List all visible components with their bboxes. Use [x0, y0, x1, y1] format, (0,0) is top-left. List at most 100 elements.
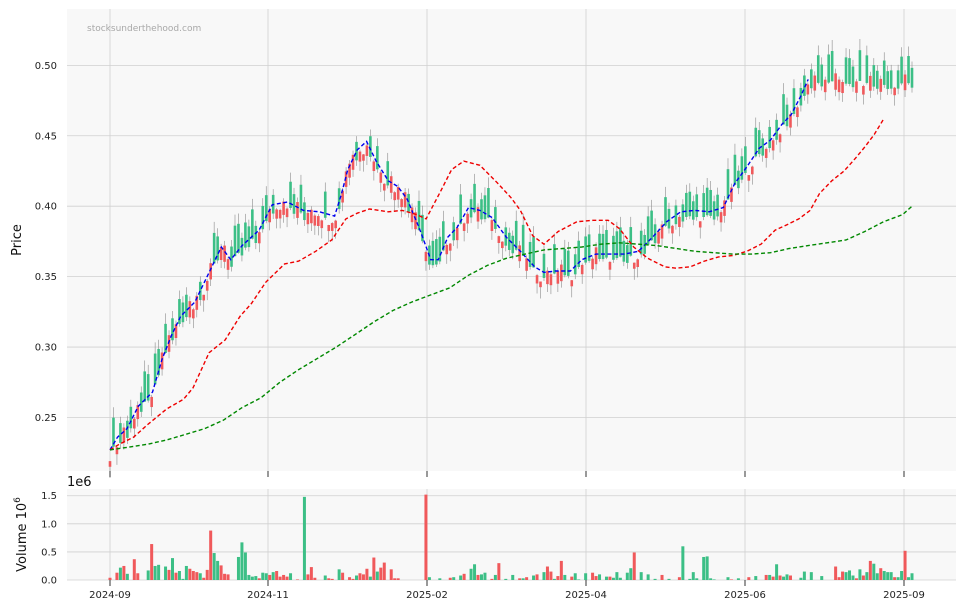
volume-bar [618, 577, 622, 580]
candle-body [445, 244, 449, 255]
candle-body [275, 209, 278, 219]
candle-body [254, 225, 258, 243]
candle-body [785, 104, 789, 127]
candle-body [129, 406, 133, 429]
volume-bar [709, 578, 713, 580]
volume-bar [479, 574, 483, 580]
volume-bar [427, 577, 431, 580]
candle-body [303, 202, 306, 221]
candle-body [869, 75, 872, 91]
candle-body [174, 324, 178, 338]
volume-bar [295, 579, 299, 580]
volume-bar [396, 578, 400, 580]
volume-panel-background [67, 489, 956, 580]
volume-bar [355, 575, 359, 580]
candle-body [327, 225, 331, 232]
volume-bar [775, 564, 779, 580]
candle-body [893, 87, 896, 96]
volume-bar [879, 568, 883, 580]
volume-bar [611, 577, 615, 580]
volume-bar [327, 578, 331, 580]
candle-body [882, 60, 886, 85]
volume-bar [216, 560, 220, 580]
volume-bar [844, 572, 848, 580]
candle-body [903, 74, 907, 91]
volume-bar [375, 571, 379, 580]
candle-body [546, 270, 549, 285]
volume-bar [490, 578, 494, 580]
volume-bar [198, 573, 202, 580]
volume-bar [459, 575, 463, 580]
candle-body [740, 156, 744, 180]
candle-body [487, 188, 490, 218]
candle-body [681, 204, 685, 222]
candle-body [719, 212, 723, 223]
volume-bar [629, 568, 633, 580]
candle-body [827, 54, 830, 83]
volume-bar [275, 571, 279, 580]
volume-bar [473, 564, 477, 580]
candle-body [816, 55, 820, 83]
volume-bar [289, 573, 293, 580]
volume-bar [820, 576, 824, 580]
candle-body [330, 223, 334, 231]
volume-bar [872, 563, 876, 580]
volume-bar [764, 574, 768, 580]
candle-body [747, 175, 751, 181]
volume-bar [677, 577, 681, 580]
volume-bar [174, 572, 178, 580]
volume-bar [469, 568, 473, 580]
volume-bar [542, 572, 546, 580]
volume-bar [282, 574, 286, 580]
candle-body [851, 66, 855, 88]
volume-bar [448, 577, 452, 580]
volume-bar [268, 574, 272, 580]
volume-y-tick-label: 0.5 [41, 547, 57, 558]
candle-body [771, 140, 775, 151]
volume-bar [681, 546, 685, 580]
volume-bar [771, 576, 775, 580]
price-y-ticks: 0.25 0.30 0.35 0.40 0.45 0.50 [35, 61, 57, 424]
volume-bar [521, 578, 525, 580]
candle-body [813, 75, 817, 91]
candle-body [875, 70, 879, 89]
volume-bar [497, 563, 501, 580]
candle-body [139, 392, 143, 412]
candle-body [889, 70, 893, 89]
volume-bar [372, 557, 376, 580]
volume-bar [236, 556, 240, 580]
volume-bar [150, 544, 154, 580]
candle-body [188, 301, 192, 318]
volume-bar [834, 566, 838, 580]
candle-body [320, 220, 324, 229]
volume-bar [736, 578, 740, 580]
volume-bar [691, 572, 695, 580]
candle-body [501, 241, 504, 249]
volume-bar [608, 576, 612, 580]
candle-body [393, 192, 396, 201]
volume-bar [309, 567, 313, 580]
volume-bar [910, 573, 914, 580]
volume-bar [337, 569, 341, 580]
candle-body [355, 141, 358, 161]
volume-bar [747, 577, 751, 580]
candle-body [136, 405, 140, 420]
candle-body [782, 94, 785, 125]
volume-bar [854, 578, 858, 580]
volume-bar [688, 578, 692, 580]
volume-bar [153, 565, 157, 580]
volume-bar [591, 572, 595, 580]
volume-bar [549, 571, 553, 580]
volume-bar [191, 571, 195, 580]
volume-bar [462, 573, 466, 580]
volume-bar [125, 573, 129, 580]
candle-body [251, 209, 254, 239]
candle-body [886, 71, 889, 89]
candle-body [362, 154, 365, 161]
price-y-tick-label: 0.50 [35, 61, 57, 72]
x-tick-label: 2025-06 [724, 590, 766, 601]
x-tick-label: 2025-02 [406, 590, 448, 601]
volume-bar [604, 576, 608, 580]
volume-bar [646, 574, 650, 580]
candle-body [862, 86, 865, 95]
